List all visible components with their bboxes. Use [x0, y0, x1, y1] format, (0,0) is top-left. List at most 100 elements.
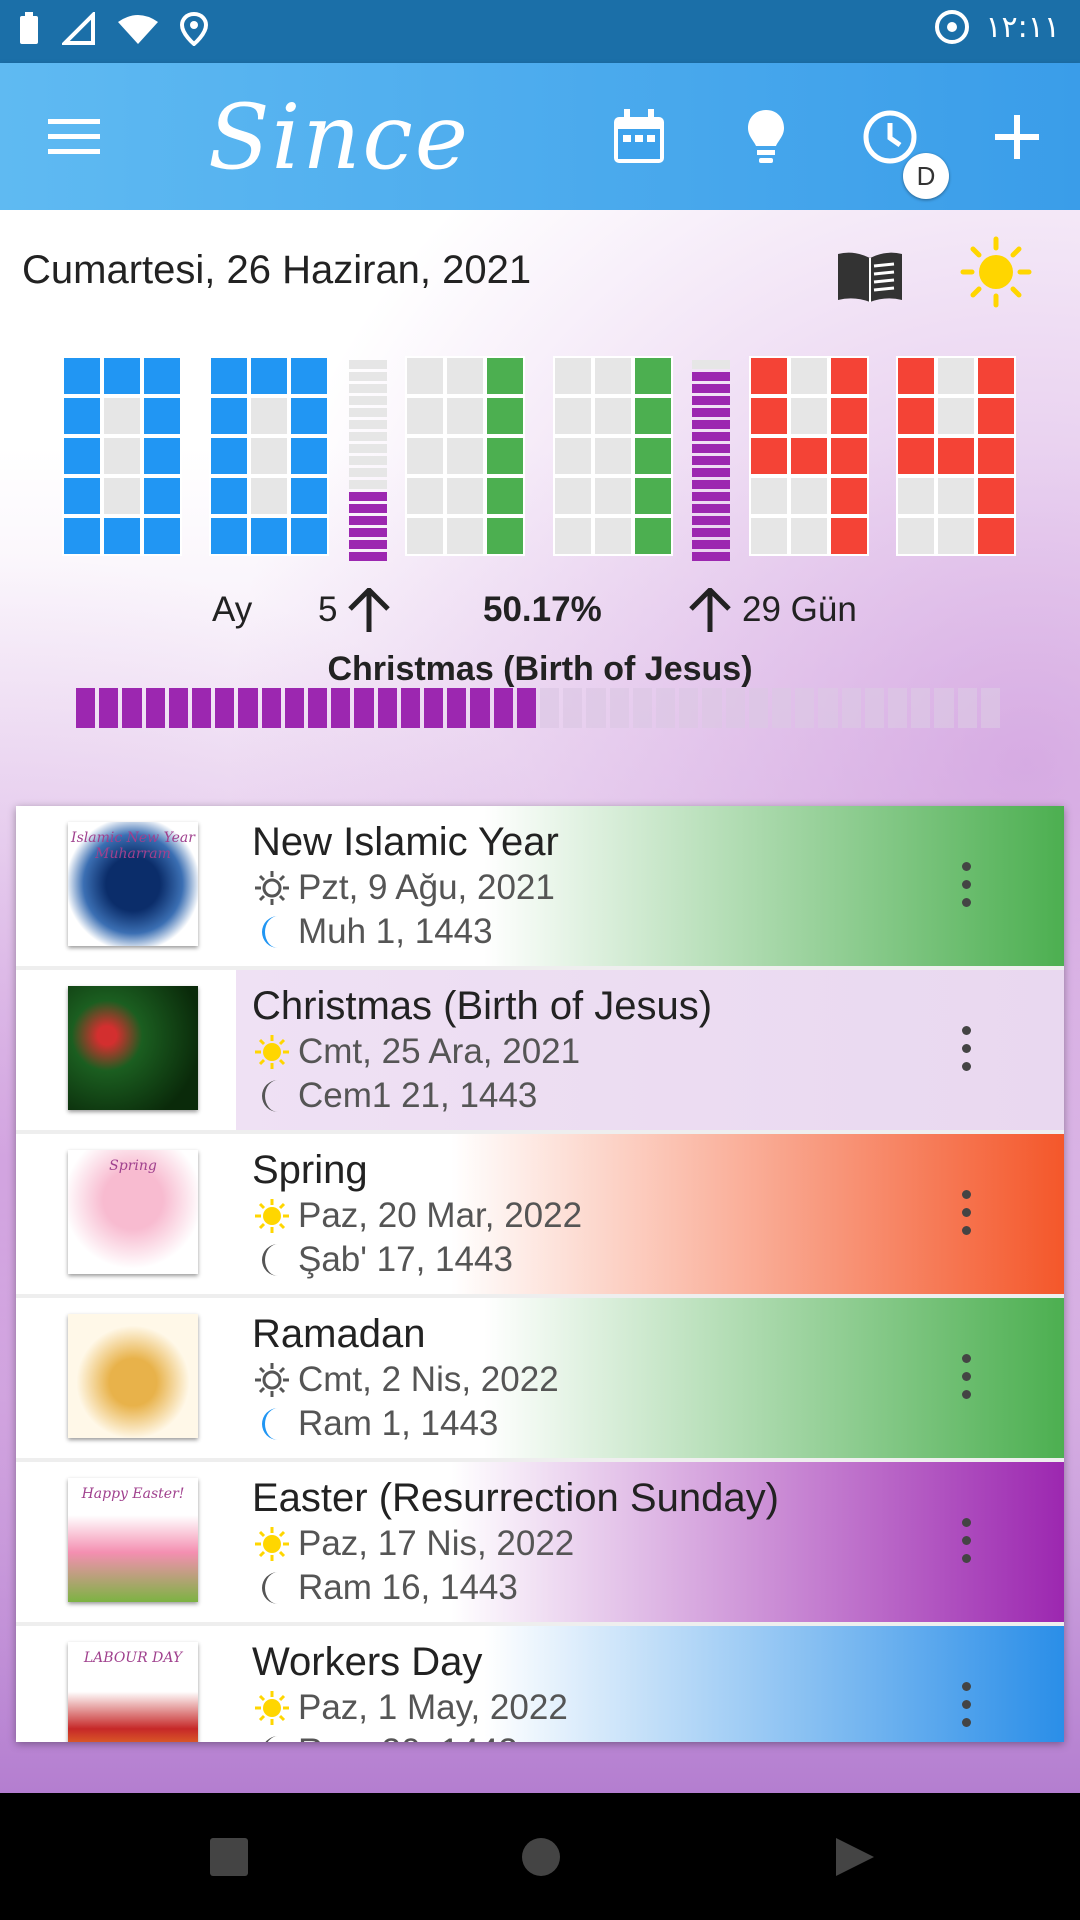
- book-icon[interactable]: [836, 250, 904, 304]
- digit-cell: [553, 436, 593, 476]
- event-lunar-date: Cem1 21, 1443: [252, 1076, 537, 1116]
- digit-cell: [249, 516, 289, 556]
- months-value: 5: [318, 590, 338, 629]
- menu-button[interactable]: [44, 63, 104, 210]
- digit-cell: [829, 436, 869, 476]
- hamburger-icon: [48, 118, 100, 154]
- event-row[interactable]: Happy Easter! Easter (Resurrection Sunday…: [16, 1462, 1064, 1626]
- event-lunar-date: Ram 1, 1443: [252, 1404, 498, 1444]
- event-row[interactable]: LABOUR DAY Workers Day Paz, 1 May, 2022 Ram…: [16, 1626, 1064, 1742]
- separator-segment: [349, 528, 387, 537]
- digit-cell: [936, 396, 976, 436]
- add-button[interactable]: [992, 63, 1042, 210]
- digit-cell: [62, 516, 102, 556]
- digit-cell: [553, 476, 593, 516]
- solar-date-text: Cmt, 25 Ara, 2021: [298, 1032, 581, 1071]
- digit-cell: [789, 516, 829, 556]
- digit-cell: [553, 356, 593, 396]
- more-options-button[interactable]: [956, 1352, 976, 1402]
- separator-segment: [349, 540, 387, 549]
- digit-cell: [289, 436, 329, 476]
- event-row[interactable]: Islamic New Year Muharram New Islamic Yea…: [16, 806, 1064, 970]
- days-remaining: 29 Gün: [742, 590, 857, 629]
- digit-cell: [289, 396, 329, 436]
- tips-button[interactable]: [744, 63, 788, 210]
- wifi-icon: [118, 15, 158, 44]
- separator-segment: [692, 480, 730, 489]
- digit-cell: [102, 356, 142, 396]
- event-solar-date: Cmt, 25 Ara, 2021: [252, 1032, 580, 1072]
- more-options-button[interactable]: [956, 860, 976, 910]
- digit-cell: [896, 476, 936, 516]
- digit-cell: [485, 476, 525, 516]
- event-row[interactable]: Ramadan Cmt, 2 Nis, 2022 Ram 1, 1443: [16, 1298, 1064, 1462]
- current-date: Cumartesi, 26 Haziran, 2021: [22, 248, 532, 292]
- digit-cell: [142, 436, 182, 476]
- event-thumbnail[interactable]: Islamic New Year Muharram: [68, 822, 198, 946]
- more-options-button[interactable]: [956, 1188, 976, 1238]
- solar-date-text: Paz, 17 Nis, 2022: [298, 1524, 575, 1563]
- progress-segment: [864, 688, 884, 728]
- separator-segment: [349, 552, 387, 561]
- separator-segment: [692, 360, 730, 369]
- progress-segment: [377, 688, 397, 728]
- home-button[interactable]: [522, 1838, 560, 1876]
- more-options-button[interactable]: [956, 1680, 976, 1730]
- event-lunar-date: Ram 30, 1443: [252, 1732, 518, 1742]
- progress-segment: [424, 688, 444, 728]
- digit-cell: [896, 356, 936, 396]
- moon-icon: [262, 1572, 278, 1604]
- digit-cell: [936, 356, 976, 396]
- event-thumbnail[interactable]: [68, 986, 198, 1110]
- digit-cell: [976, 436, 1016, 476]
- back-button[interactable]: [834, 1836, 876, 1878]
- digit-cell: [289, 356, 329, 396]
- digit-cell: [445, 356, 485, 396]
- sun-icon[interactable]: [960, 236, 1032, 308]
- lunar-date-text: Şab' 17, 1443: [298, 1240, 513, 1279]
- digit-cell: [749, 356, 789, 396]
- digit-cell: [405, 436, 445, 476]
- progress-segment: [632, 688, 652, 728]
- progress-segment: [76, 688, 96, 728]
- event-title: Christmas (Birth of Jesus): [252, 984, 713, 1028]
- event-thumbnail[interactable]: Spring: [68, 1150, 198, 1274]
- digit-cell: [209, 396, 249, 436]
- clock-icon: [863, 110, 917, 163]
- digit-cell: [633, 356, 673, 396]
- separator-segment: [349, 372, 387, 381]
- event-solar-date: Paz, 17 Nis, 2022: [252, 1524, 574, 1564]
- digit-cell: [249, 396, 289, 436]
- separator-segment: [692, 552, 730, 561]
- calendar-button[interactable]: [612, 63, 666, 210]
- event-title: New Islamic Year: [252, 820, 559, 864]
- thumbnail-caption: Happy Easter!: [81, 1486, 185, 1502]
- digit-cell: [485, 396, 525, 436]
- event-thumbnail[interactable]: [68, 1314, 198, 1438]
- digit-cell: [593, 396, 633, 436]
- event-thumbnail[interactable]: Happy Easter!: [68, 1478, 198, 1602]
- digit-cell: [405, 516, 445, 556]
- sun-icon: [255, 1035, 289, 1069]
- history-badge: D: [903, 153, 949, 199]
- progress-segment: [354, 688, 374, 728]
- digit-cell: [633, 436, 673, 476]
- separator-segment: [349, 396, 387, 405]
- event-thumbnail[interactable]: LABOUR DAY: [68, 1642, 198, 1742]
- more-options-button[interactable]: [956, 1516, 976, 1566]
- separator-segment: [692, 516, 730, 525]
- lunar-date-text: Ram 30, 1443: [298, 1732, 518, 1742]
- arrow-up-icon: [689, 588, 731, 632]
- more-options-button[interactable]: [956, 1024, 976, 1074]
- progress-segment: [331, 688, 351, 728]
- moon-icon: [262, 1408, 278, 1440]
- digit-cell: [249, 476, 289, 516]
- separator-segment: [692, 396, 730, 405]
- progress-segment: [980, 688, 1000, 728]
- progress-segment: [400, 688, 420, 728]
- event-row[interactable]: Christmas (Birth of Jesus) Cmt, 25 Ara, 2…: [16, 970, 1064, 1134]
- digit-cell: [976, 516, 1016, 556]
- event-row[interactable]: Spring Spring Paz, 20 Mar, 2022 Şab' 17, 14…: [16, 1134, 1064, 1298]
- recents-button[interactable]: [210, 1838, 248, 1876]
- thumbnail-caption: Spring: [109, 1158, 157, 1174]
